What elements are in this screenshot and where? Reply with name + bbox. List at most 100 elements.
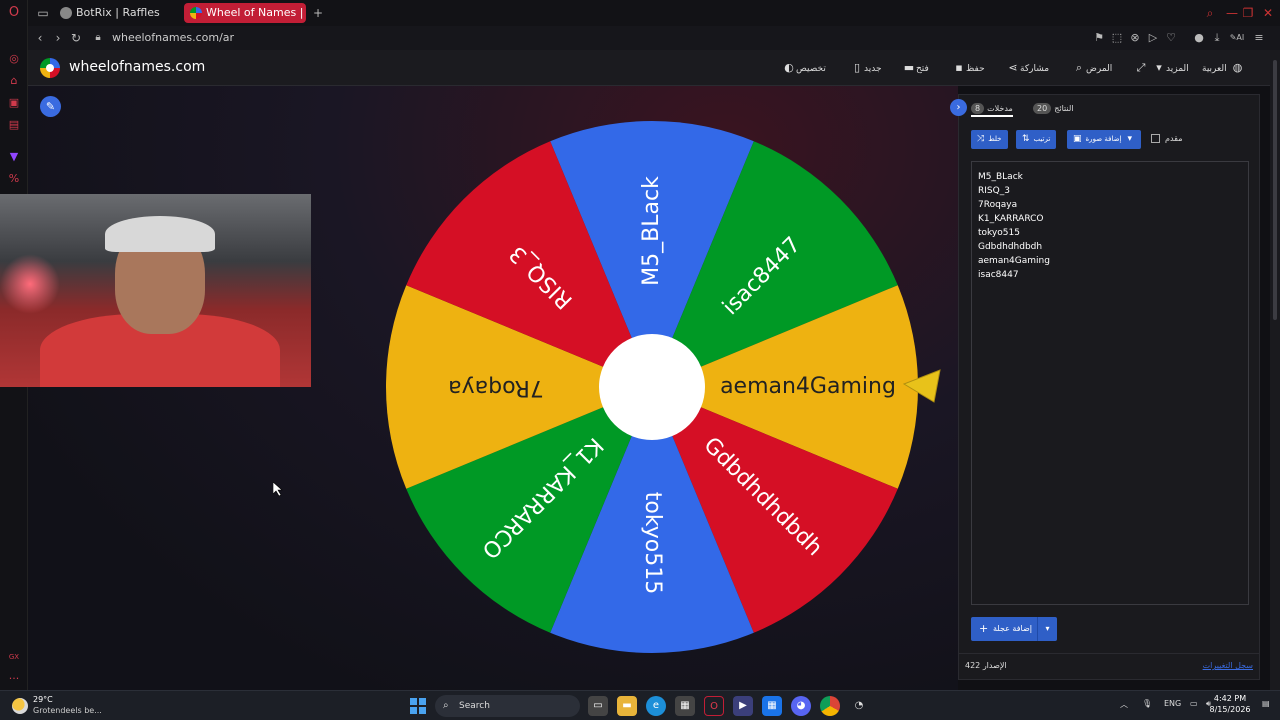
- menu-open[interactable]: ▬ فتح: [898, 60, 929, 76]
- list-item: Gdbdhdhdbdh: [978, 242, 1043, 252]
- messenger-icon[interactable]: ▣: [7, 96, 21, 110]
- menu-share[interactable]: ⋖ مشاركة: [1002, 60, 1049, 76]
- weather-icon[interactable]: [12, 698, 28, 714]
- edit-title-button[interactable]: ✎: [40, 96, 61, 117]
- adblock-icon[interactable]: ⊗: [1128, 31, 1142, 45]
- bookmark-icon[interactable]: ⚑: [1092, 31, 1106, 45]
- weather-description[interactable]: Grotendeels be...: [33, 706, 102, 715]
- forward-icon[interactable]: ›: [50, 30, 66, 46]
- ai-icon[interactable]: ✎AI: [1228, 31, 1246, 45]
- add-image-button[interactable]: ▣ إضافة صورة ▾: [1067, 130, 1141, 149]
- close-icon[interactable]: ✕: [1260, 5, 1276, 21]
- bag-icon[interactable]: ⌂: [7, 74, 21, 88]
- caret-down-icon[interactable]: ▾: [1037, 617, 1057, 641]
- tab-entries[interactable]: 8 مدخلات: [971, 101, 1013, 117]
- twitch-icon[interactable]: ▼: [7, 150, 21, 164]
- wheel[interactable]: M5_BLack isac8447aeman4GamingGdbdhdhdbdht…: [380, 115, 924, 659]
- discount-icon[interactable]: %: [7, 172, 21, 186]
- site-header: wheelofnames.com العربية ◍ ▾ المزيد ⤢ ⌕ الم…: [28, 50, 1270, 86]
- language-indicator[interactable]: ENG: [1164, 699, 1181, 708]
- obs-icon[interactable]: ◔: [849, 696, 869, 716]
- tab-results[interactable]: 20 النتائج: [1033, 101, 1074, 117]
- discord-icon[interactable]: ◕: [791, 696, 811, 716]
- fullscreen-icon: ⤢: [1136, 61, 1146, 74]
- wheel-segment-label: tokyo515: [640, 492, 665, 595]
- palette-icon: ◐: [784, 61, 794, 74]
- taskbar-search[interactable]: ⌕ Search: [435, 695, 580, 717]
- menu-more[interactable]: ▾ المزيد: [1148, 60, 1188, 76]
- minimize-icon[interactable]: —: [1224, 5, 1240, 21]
- menu-fullscreen[interactable]: ⤢: [1130, 60, 1148, 76]
- clock-date[interactable]: 8/15/2026: [1204, 705, 1256, 714]
- scrollbar-thumb[interactable]: [1273, 60, 1277, 320]
- opera-gx-icon[interactable]: O: [704, 696, 724, 716]
- page-scrollbar[interactable]: [1270, 50, 1280, 690]
- list-item: RISQ_3: [978, 186, 1010, 196]
- menu-icon[interactable]: ≡: [1252, 31, 1266, 45]
- advanced-checkbox[interactable]: مقدم: [1151, 131, 1182, 147]
- notifications-icon[interactable]: ▤: [1262, 699, 1270, 708]
- windows-start-icon[interactable]: [410, 698, 426, 714]
- new-tab-button[interactable]: +: [310, 5, 326, 21]
- more-icon[interactable]: ···: [7, 672, 21, 686]
- aria-icon[interactable]: ◎: [7, 52, 21, 66]
- file-explorer-icon[interactable]: ▬: [617, 696, 637, 716]
- app-icon[interactable]: ▦: [762, 696, 782, 716]
- media-player-icon[interactable]: ▶: [733, 696, 753, 716]
- menu-save[interactable]: ▪ حفظ: [948, 60, 984, 76]
- wheel-segment-label: aeman4Gaming: [720, 374, 896, 399]
- changelog-link[interactable]: سجل التغييرات: [1203, 661, 1253, 670]
- menu-customize[interactable]: ◐ تخصيص: [778, 60, 826, 76]
- sort-icon: ⇅: [1022, 134, 1030, 144]
- collapse-panel-button[interactable]: ›: [950, 99, 967, 116]
- profile-icon[interactable]: ●: [1192, 31, 1206, 45]
- gx-icon[interactable]: GX: [7, 650, 21, 664]
- menu-language[interactable]: العربية ◍: [1202, 60, 1245, 76]
- mouse-cursor-icon: [273, 482, 283, 496]
- search-tabs-icon[interactable]: ⌕: [1202, 5, 1218, 21]
- edge-icon[interactable]: e: [646, 696, 666, 716]
- entries-textarea[interactable]: M5_BLack RISQ_3 7Roqaya K1_KARRARCO toky…: [971, 161, 1249, 605]
- pencil-icon: ✎: [45, 100, 56, 113]
- restore-icon[interactable]: ❐: [1240, 5, 1256, 21]
- microphone-icon[interactable]: 🎙︎: [1142, 699, 1152, 708]
- tray-chevron-icon[interactable]: ︿: [1120, 699, 1128, 710]
- heart-icon[interactable]: ♡: [1164, 31, 1178, 45]
- list-item: tokyo515: [978, 228, 1020, 238]
- task-view-icon[interactable]: ▭: [588, 696, 608, 716]
- player-icon[interactable]: ▷: [1146, 31, 1160, 45]
- clock-time[interactable]: 4:42 PM: [1210, 694, 1250, 703]
- shuffle-icon: ⤨: [977, 134, 985, 144]
- tab-botrix[interactable]: BotRix | Raffles: [54, 3, 174, 23]
- shuffle-button[interactable]: ⤨ خلط: [971, 130, 1008, 149]
- reload-icon[interactable]: ↻: [68, 30, 84, 46]
- lock-icon: 🔒︎: [95, 32, 101, 43]
- opera-logo-icon[interactable]: O: [7, 6, 21, 20]
- menu-gallery[interactable]: ⌕ المرض: [1068, 60, 1112, 76]
- add-wheel-button[interactable]: + إضافة عجلة ▾: [971, 617, 1057, 641]
- checkbox-icon: [1151, 134, 1160, 143]
- back-icon[interactable]: ‹: [32, 30, 48, 46]
- network-icon[interactable]: ▭: [1190, 699, 1198, 708]
- wheel-segment-label: 7Roqaya: [448, 375, 544, 400]
- menu-new[interactable]: ▯ جديد: [846, 60, 882, 76]
- tab-wheel-of-names[interactable]: Wheel of Names | العشوائي: [184, 3, 306, 23]
- url-field[interactable]: wheelofnames.com/ar: [112, 31, 234, 44]
- share-icon: ⋖: [1008, 61, 1018, 74]
- chrome-icon[interactable]: [820, 696, 840, 716]
- weather-temperature[interactable]: 29°C: [33, 695, 53, 704]
- globe-icon: ◍: [1232, 61, 1243, 74]
- mail-icon[interactable]: ▤: [7, 118, 21, 132]
- wheelofnames-logo-icon[interactable]: [40, 58, 60, 78]
- list-item: aeman4Gaming: [978, 256, 1050, 266]
- botrix-favicon-icon: [60, 7, 72, 19]
- sort-button[interactable]: ⇅ ترتيب: [1016, 130, 1057, 149]
- snapshot-icon[interactable]: ⬚: [1110, 31, 1124, 45]
- site-title[interactable]: wheelofnames.com: [69, 59, 205, 75]
- image-icon: ▣: [1073, 134, 1082, 144]
- download-icon[interactable]: ⤓: [1210, 31, 1224, 45]
- store-icon[interactable]: ▦: [675, 696, 695, 716]
- tab-overview-icon[interactable]: ▭: [35, 5, 51, 21]
- wheel-center[interactable]: [599, 334, 705, 440]
- streamer-cap: [105, 216, 215, 252]
